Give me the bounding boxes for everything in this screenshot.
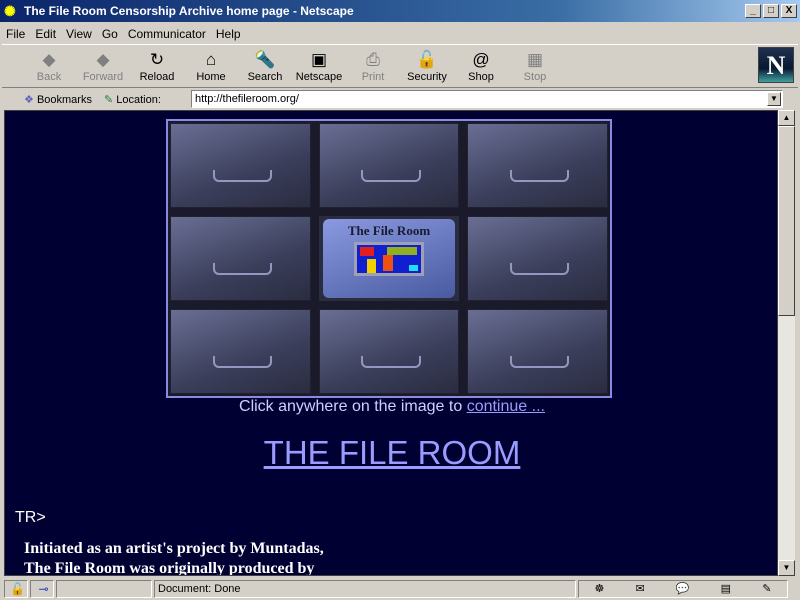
menu-edit[interactable]: Edit (35, 27, 56, 41)
drawer (318, 123, 460, 208)
toolbar-label: Print (361, 71, 385, 83)
netscape-logo[interactable]: N (758, 47, 794, 83)
menu-go[interactable]: Go (102, 27, 118, 41)
continue-link[interactable]: continue ... (467, 398, 545, 415)
security-lock-icon[interactable]: 🔓 (4, 580, 28, 598)
location-label: ✎ Location: (103, 93, 161, 106)
menu-communicator[interactable]: Communicator (128, 27, 206, 41)
vertical-scrollbar[interactable]: ▲ ▼ (778, 110, 795, 576)
url-input[interactable]: http://thefileroom.org/ ▼ (191, 90, 783, 108)
drawer (467, 216, 608, 301)
menu-help[interactable]: Help (216, 27, 241, 41)
bookmarks-button[interactable]: ❖ Bookmarks (24, 93, 92, 106)
toolbar-label: Security (407, 71, 447, 83)
toolbar-label: Search (247, 71, 283, 83)
maximize-button[interactable]: □ (763, 4, 779, 18)
intro-paragraph: Initiated as an artist's project by Munt… (24, 540, 324, 576)
toolbar-back-button[interactable]: ◆ Back (22, 45, 76, 87)
toolbar-shop-button[interactable]: @ Shop (454, 45, 508, 87)
drawer (467, 309, 608, 394)
component-bar: ☸ ✉ 💬 ▤ ✎ (578, 580, 788, 598)
home-icon: ⌂ (205, 50, 217, 69)
toolbar-label: Home (196, 71, 226, 83)
drawer (170, 123, 311, 208)
toolbar-label: Back (36, 71, 62, 83)
progress-cell (56, 580, 152, 598)
menu-view[interactable]: View (66, 27, 92, 41)
stop-icon: ▦ (526, 50, 544, 69)
discussions-icon[interactable]: 💬 (676, 581, 690, 597)
back-arrow-icon: ◆ (42, 50, 56, 69)
toolbar-security-button[interactable]: 🔓 Security (400, 45, 454, 87)
composer-icon[interactable]: ✎ (762, 581, 771, 597)
mail-icon[interactable]: ✉ (636, 581, 645, 597)
scroll-thumb[interactable] (778, 126, 795, 316)
toolbar-stop-button[interactable]: ▦ Stop (508, 45, 562, 87)
navigation-toolbar: ◆ Back ◆ Forward ↻ Reload ⌂ Home 🔦 Search ▣ Netscap… (2, 44, 798, 88)
reload-icon: ↻ (149, 50, 165, 69)
menu-bar: File Edit View Go Communicator Help (0, 24, 241, 43)
center-panel: The File Room (318, 216, 460, 301)
menu-file[interactable]: File (6, 27, 25, 41)
page-content: The File Room Click anywhere on the imag… (4, 110, 778, 576)
drawer (170, 216, 311, 301)
image-caption: Click anywhere on the image to continue … (239, 398, 545, 415)
lock-icon: 🔓 (416, 50, 438, 69)
location-toolbar: ❖ Bookmarks ✎ Location: http://thefilero… (2, 89, 798, 109)
title-bar: ✺ The File Room Censorship Archive home … (0, 0, 800, 22)
minimize-button[interactable]: _ (745, 4, 761, 18)
toolbar-print-button[interactable]: ⎙ Print (346, 45, 400, 87)
navigator-icon[interactable]: ☸ (595, 581, 605, 597)
status-text: Document: Done (154, 580, 576, 598)
forward-arrow-icon: ◆ (96, 50, 110, 69)
drawer (467, 123, 608, 208)
scroll-up-button[interactable]: ▲ (778, 110, 795, 126)
location-icon: ✎ (103, 93, 114, 106)
my-netscape-icon: ▣ (310, 50, 328, 69)
file-room-heading-link[interactable]: THE FILE ROOM (264, 434, 521, 471)
close-button[interactable]: X (781, 4, 797, 18)
file-room-image-link[interactable]: The File Room (166, 119, 612, 398)
search-icon: 🔦 (254, 50, 276, 69)
drawer (170, 309, 311, 394)
print-icon: ⎙ (366, 50, 380, 69)
status-bar: 🔓 ⊸ Document: Done ☸ ✉ 💬 ▤ ✎ (0, 578, 800, 600)
toolbar-forward-button[interactable]: ◆ Forward (76, 45, 130, 87)
stray-markup-text: TR> (15, 509, 46, 526)
shop-bag-icon: @ (472, 50, 490, 69)
toolbar-label: Stop (523, 71, 547, 83)
address-book-icon[interactable]: ▤ (721, 581, 731, 597)
toolbar-label: Netscape (295, 71, 343, 83)
url-dropdown-button[interactable]: ▼ (767, 92, 781, 106)
toolbar-reload-button[interactable]: ↻ Reload (130, 45, 184, 87)
toolbar-label: Shop (468, 71, 494, 83)
bookmarks-icon: ❖ (24, 93, 34, 106)
toolbar-label: Forward (82, 71, 124, 83)
toolbar-label: Reload (139, 71, 175, 83)
toolbar-netscape-button[interactable]: ▣ Netscape (292, 45, 346, 87)
scroll-down-button[interactable]: ▼ (778, 560, 795, 576)
toolbar-home-button[interactable]: ⌂ Home (184, 45, 238, 87)
drawer (318, 309, 460, 394)
toolbar-search-button[interactable]: 🔦 Search (238, 45, 292, 87)
window-title: The File Room Censorship Archive home pa… (24, 4, 354, 18)
connection-icon: ⊸ (30, 580, 54, 598)
world-map-icon (353, 242, 424, 276)
image-title-text: The File Room (347, 223, 431, 238)
netscape-app-icon: ✺ (4, 3, 16, 19)
